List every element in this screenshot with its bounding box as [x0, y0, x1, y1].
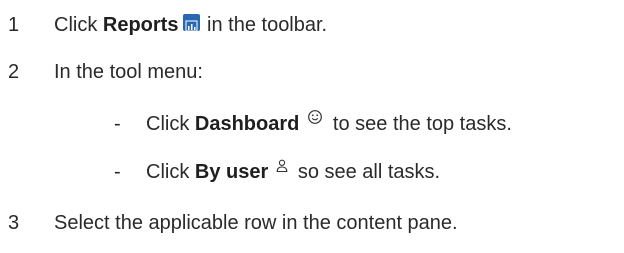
step-text: Click Reports in the toolbar.: [54, 10, 327, 40]
substep-text-pre: Click: [146, 113, 195, 135]
step-number: 2: [8, 61, 20, 83]
step-text: In the tool menu:: [54, 61, 203, 83]
step-text-post: in the toolbar.: [201, 14, 328, 36]
bullet-dash: -: [114, 161, 121, 183]
user-icon: [276, 152, 288, 182]
step-number: 3: [8, 212, 20, 234]
reports-chart-icon: [183, 14, 201, 32]
substep-text-pre: Click: [146, 161, 195, 183]
step-number: 1: [8, 14, 20, 36]
substep-text-post: so see all tasks.: [292, 161, 441, 183]
step-text-pre: Click: [54, 14, 103, 36]
bullet-dash: -: [114, 113, 121, 135]
substep-text-post: to see the top tasks.: [327, 113, 512, 135]
step-text: Select the applicable row in the content…: [54, 212, 458, 234]
substep-text: Click Dashboard to see the top tasks.: [146, 109, 512, 140]
by-user-label: By user: [194, 161, 269, 183]
reports-label: Reports: [102, 14, 179, 36]
dashboard-smiley-icon: [307, 104, 323, 134]
dashboard-label: Dashboard: [194, 113, 300, 135]
substep-text: Click By user so see all tasks.: [146, 157, 440, 188]
